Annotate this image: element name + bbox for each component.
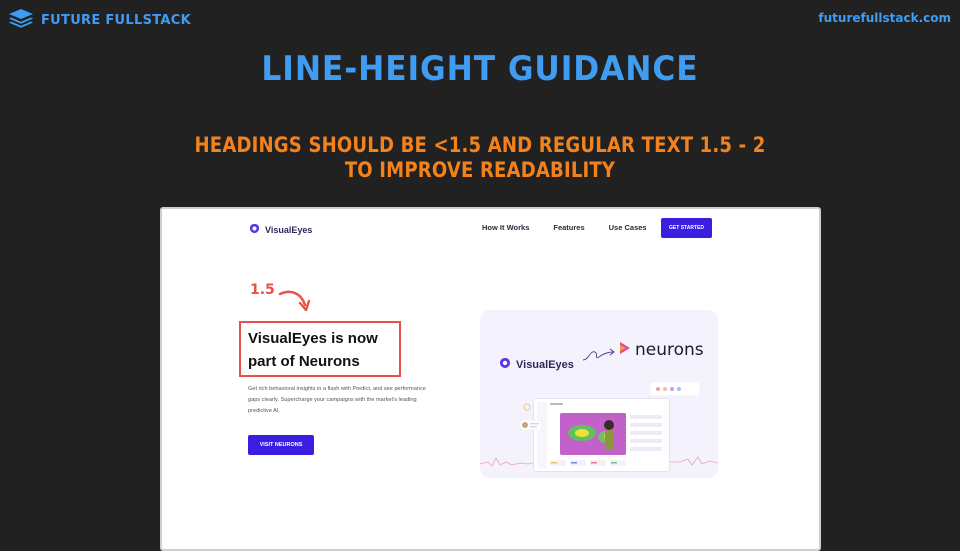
logo-text: VisualEyes <box>265 225 313 235</box>
avatar-chip-icon <box>520 420 542 430</box>
hero-paragraph-line-3: predictive AI. <box>248 408 281 414</box>
annotation-label: 1.5 <box>250 282 275 298</box>
visualeyes-icon <box>499 356 511 374</box>
nav-features[interactable]: Features <box>553 223 584 232</box>
pin-icon <box>523 403 531 411</box>
visualeyes-logo-icon <box>249 221 260 239</box>
card-visualeyes-text: VisualEyes <box>516 359 574 371</box>
card-neurons-logo: neurons <box>619 340 704 360</box>
hero-heading: VisualEyes is now part of Neurons <box>248 327 398 373</box>
subtitle-line-2: TO IMPROVE READABILITY <box>344 158 616 182</box>
brand-name: FUTURE FULLSTACK <box>41 13 191 28</box>
hero-paragraph-line-2: gaps clearly. Supercharge your campaigns… <box>248 397 417 403</box>
slide-title: LINE-HEIGHT GUIDANCE <box>261 49 699 89</box>
card-neurons-text: neurons <box>635 340 704 360</box>
nav-how-it-works[interactable]: How It Works <box>482 223 529 232</box>
visit-neurons-button[interactable]: VISIT NEURONS <box>248 435 314 455</box>
merger-illustration-card: VisualEyes neurons neurons <box>480 310 718 478</box>
layers-icon <box>8 8 34 33</box>
neurons-play-icon <box>619 341 631 360</box>
hero-heading-line-1: VisualEyes is now <box>248 330 378 347</box>
slide-subtitle: HEADINGS SHOULD BE <1.5 AND REGULAR TEXT… <box>188 133 773 183</box>
subtitle-line-1: HEADINGS SHOULD BE <1.5 AND REGULAR TEXT… <box>194 133 766 157</box>
hero-heading-line-2: part of Neurons <box>248 353 360 370</box>
card-visualeyes-logo: VisualEyes <box>499 356 574 374</box>
curly-arrow-icon <box>582 348 615 361</box>
floating-widget-icon <box>650 382 700 396</box>
annotation-arrow-icon <box>278 290 311 312</box>
dashboard-preview-image <box>537 402 662 468</box>
website-screenshot: VisualEyes How It Works Features Use Cas… <box>160 207 821 551</box>
hero-paragraph-line-1: Get rich behavioral insights in a flash … <box>248 386 426 392</box>
site-nav: How It Works Features Use Cases <box>482 223 671 232</box>
get-started-button[interactable]: GET STARTED <box>661 218 712 238</box>
site-url[interactable]: futurefullstack.com <box>818 11 951 25</box>
dashboard-preview: neurons <box>533 398 670 472</box>
brand: FUTURE FULLSTACK <box>8 8 191 33</box>
nav-use-cases[interactable]: Use Cases <box>609 223 647 232</box>
visualeyes-logo[interactable]: VisualEyes <box>249 221 312 239</box>
hero-paragraph: Get rich behavioral insights in a flash … <box>248 384 463 417</box>
